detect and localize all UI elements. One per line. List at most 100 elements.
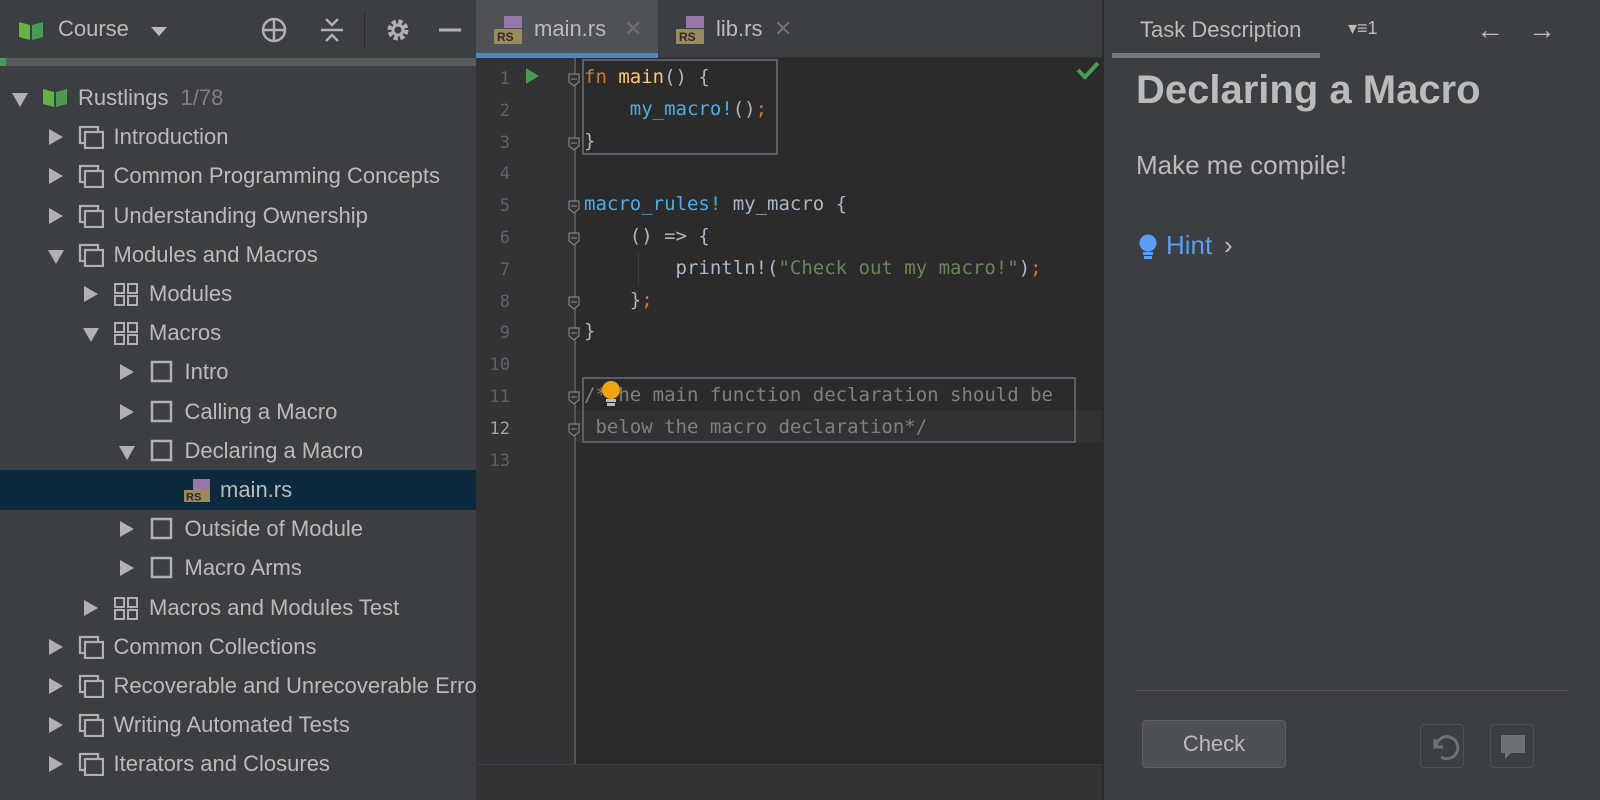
tab-lib-rs[interactable]: RS lib.rs ✕ — [658, 0, 818, 58]
section-icon — [78, 165, 104, 189]
tree-item[interactable]: Common Collections — [0, 627, 476, 667]
fold-marker-icon[interactable] — [568, 73, 580, 87]
tab-label: main.rs — [534, 16, 607, 41]
fold-marker-icon[interactable] — [568, 200, 580, 214]
tree-item[interactable]: Intro — [0, 352, 476, 392]
feedback-button[interactable] — [1490, 724, 1534, 768]
code-line[interactable]: }; — [584, 289, 653, 311]
expand-down-icon[interactable] — [47, 249, 64, 264]
tree-item[interactable]: Understanding Ownership — [0, 196, 476, 236]
close-icon[interactable]: ✕ — [774, 16, 792, 42]
chevron-down-icon[interactable] — [151, 27, 167, 36]
rust-file-icon: RS — [494, 16, 522, 44]
tree-item[interactable]: RS main.rs — [0, 470, 476, 510]
fold-marker-icon[interactable] — [568, 295, 580, 310]
expand-down-icon[interactable] — [118, 445, 135, 460]
reset-task-button[interactable] — [1420, 724, 1464, 768]
expand-right-icon[interactable] — [48, 207, 63, 224]
task-icon — [150, 400, 172, 422]
line-number: 4 — [499, 164, 510, 185]
section-icon — [78, 635, 104, 659]
line-number: 8 — [499, 291, 510, 312]
task-list-dropdown[interactable]: ▾≡1 — [1348, 18, 1378, 39]
expand-right-icon[interactable] — [84, 599, 98, 616]
check-button[interactable]: Check — [1142, 720, 1286, 768]
task-panel-header: Task Description ▾≡1 ← → — [1104, 0, 1600, 58]
expand-right-icon[interactable] — [119, 403, 134, 420]
chevron-right-icon[interactable]: › — [1224, 230, 1233, 261]
course-progress-fill — [0, 58, 7, 66]
task-icon — [150, 517, 172, 540]
expand-right-icon[interactable] — [48, 678, 63, 694]
task-icon — [150, 361, 172, 383]
tree-item[interactable]: Declaring a Macro — [0, 431, 476, 471]
tree-item[interactable]: Macros and Modules Test — [0, 588, 476, 628]
tree-item[interactable]: Recoverable and Unrecoverable Errors — [0, 666, 476, 706]
tree-item-label: Outside of Module — [184, 516, 364, 542]
tree-item[interactable]: Macro Arms — [0, 548, 476, 588]
fold-marker-icon[interactable] — [568, 423, 580, 437]
tree-item-label: Macros and Modules Test — [149, 594, 400, 620]
close-icon[interactable]: ✕ — [624, 16, 642, 42]
tree-item-label: main.rs — [220, 477, 293, 502]
hint-link[interactable]: Hint — [1166, 230, 1212, 261]
tree-item[interactable]: Outside of Module — [0, 509, 476, 549]
collapse-all-icon[interactable] — [318, 16, 346, 44]
code-line[interactable]: macro_rules! my_macro { — [584, 193, 847, 215]
code-line[interactable]: } — [584, 320, 595, 342]
tree-item[interactable]: Calling a Macro — [0, 392, 476, 432]
section-icon — [78, 126, 104, 150]
tab-main-rs[interactable]: RS main.rs ✕ — [476, 0, 658, 58]
fold-marker-icon[interactable] — [568, 391, 580, 405]
fold-marker-icon[interactable] — [568, 232, 580, 246]
task-icon — [150, 557, 172, 579]
expand-right-icon[interactable] — [84, 286, 98, 302]
tree-item[interactable]: Modules — [0, 274, 476, 314]
arrow-right-icon[interactable]: → — [1528, 14, 1556, 46]
course-view-selector[interactable]: Course — [58, 16, 129, 42]
tree-item-label: Introduction — [113, 124, 229, 150]
rust-file-icon: RS — [184, 479, 210, 502]
tree-item[interactable]: Writing Automated Tests — [0, 705, 476, 745]
expand-down-icon[interactable] — [12, 93, 28, 107]
tree-item-label: Modules and Macros — [113, 241, 318, 267]
project-panel-header: Course — [0, 0, 476, 58]
expand-right-icon[interactable] — [48, 717, 63, 734]
minimize-icon[interactable] — [436, 16, 464, 44]
tab-task-description[interactable]: Task Description — [1112, 0, 1320, 58]
course-book-icon — [43, 89, 67, 107]
tree-item[interactable]: Modules and Macros — [0, 235, 476, 275]
lightbulb-icon[interactable] — [600, 380, 622, 408]
expand-right-icon[interactable] — [48, 168, 63, 185]
undo-icon — [1433, 735, 1460, 761]
code-editor: RS main.rs ✕ RS lib.rs ✕ 1 2 3 4 5 6 7 8 9 10 11 12… — [476, 0, 1102, 800]
line-number: 1 — [499, 69, 510, 89]
locate-icon[interactable] — [260, 16, 288, 44]
section-icon — [78, 204, 104, 228]
fold-marker-icon[interactable] — [568, 327, 580, 342]
expand-down-icon[interactable] — [83, 328, 99, 343]
code-line[interactable]: println!("Check out my macro!"); — [584, 257, 1042, 279]
expand-right-icon[interactable] — [119, 364, 134, 381]
arrow-left-icon[interactable]: ← — [1476, 14, 1504, 46]
course-book-icon — [19, 22, 43, 40]
expand-right-icon[interactable] — [119, 560, 134, 577]
tree-item[interactable]: Common Programming Concepts — [0, 156, 476, 196]
expand-right-icon[interactable] — [48, 638, 63, 655]
editor-tab-bar: RS main.rs ✕ RS lib.rs ✕ — [476, 0, 1102, 58]
line-number: 2 — [499, 100, 510, 121]
gear-icon[interactable] — [384, 16, 412, 44]
tree-item-label: Calling a Macro — [184, 398, 338, 424]
fold-marker-icon[interactable] — [568, 136, 580, 151]
tree-item[interactable]: Rustlings 1/78 — [0, 78, 476, 118]
tree-item[interactable]: Macros — [0, 313, 476, 353]
code-line[interactable]: () => { — [584, 225, 710, 247]
expand-right-icon[interactable] — [48, 129, 63, 146]
run-icon[interactable] — [526, 68, 539, 84]
tree-item[interactable]: Introduction — [0, 117, 476, 157]
tree-item[interactable]: Iterators and Closures — [0, 744, 476, 784]
expand-right-icon[interactable] — [119, 521, 134, 538]
divider — [1136, 690, 1568, 691]
expand-right-icon[interactable] — [48, 756, 63, 773]
tree-item-label: Understanding Ownership — [113, 202, 368, 228]
